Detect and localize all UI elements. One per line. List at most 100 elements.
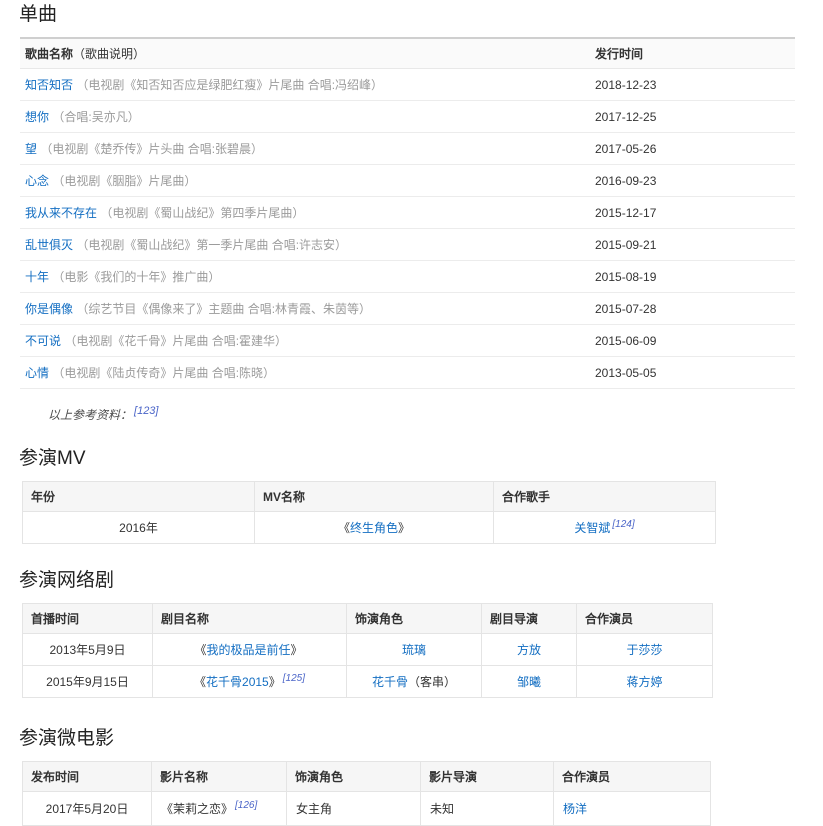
song-cell: 十年 （电影《我们的十年》推广曲） bbox=[20, 261, 590, 293]
director-link[interactable]: 方放 bbox=[517, 643, 541, 657]
table-row: 你是偶像 （综艺节目《偶像来了》主题曲 合唱:林青霞、朱茵等） 2015-07-… bbox=[20, 293, 795, 325]
song-link[interactable]: 望 bbox=[25, 142, 37, 156]
costar-link[interactable]: 于莎莎 bbox=[626, 643, 662, 657]
date-cell: 2015-08-19 bbox=[590, 261, 795, 293]
reference-link[interactable]: [125] bbox=[283, 673, 305, 684]
date-cell: 2018-12-23 bbox=[590, 69, 795, 101]
costar-link[interactable]: 杨洋 bbox=[563, 802, 587, 816]
singles-header-name: 歌曲名称（歌曲说明） bbox=[20, 38, 590, 69]
microfilm-header-date: 发布时间 bbox=[23, 762, 152, 792]
drama-director-cell: 邹曦 bbox=[482, 666, 577, 698]
song-desc: （电视剧《胭脂》片尾曲） bbox=[52, 174, 196, 188]
date-cell: 2015-06-09 bbox=[590, 325, 795, 357]
drama-costar-cell: 于莎莎 bbox=[577, 634, 713, 666]
singles-table: 歌曲名称（歌曲说明） 发行时间 知否知否 （电视剧《知否知否应是绿肥红瘦》片尾曲… bbox=[20, 37, 795, 389]
reference-link[interactable]: [126] bbox=[235, 800, 257, 811]
singer-link[interactable]: 关智斌 bbox=[574, 521, 610, 535]
song-link[interactable]: 你是偶像 bbox=[25, 302, 73, 316]
song-link[interactable]: 知否知否 bbox=[25, 78, 73, 92]
table-row: 2015年9月15日 《花千骨2015》[125] 花千骨（客串） 邹曦 蒋方婷 bbox=[23, 666, 713, 698]
mv-link[interactable]: 终生角色 bbox=[350, 521, 398, 535]
song-link[interactable]: 不可说 bbox=[25, 334, 61, 348]
song-name-header-label: 歌曲名称 bbox=[25, 47, 73, 61]
song-link[interactable]: 心念 bbox=[25, 174, 49, 188]
drama-date-cell: 2013年5月9日 bbox=[23, 634, 153, 666]
microfilm-header-costar: 合作演员 bbox=[554, 762, 711, 792]
song-desc: （合唱:吴亦凡） bbox=[52, 110, 139, 124]
date-cell: 2015-07-28 bbox=[590, 293, 795, 325]
role-link[interactable]: 琉璃 bbox=[402, 643, 426, 657]
date-cell: 2015-12-17 bbox=[590, 197, 795, 229]
mv-header-name: MV名称 bbox=[255, 482, 494, 512]
table-row: 2017年5月20日 《茉莉之恋》[126] 女主角 未知 杨洋 bbox=[23, 792, 711, 826]
song-desc: （电视剧《蜀山战纪》第一季片尾曲 合唱:许志安） bbox=[76, 238, 347, 252]
mv-singer-cell: 关智斌[124] bbox=[494, 512, 716, 544]
mv-year-cell: 2016年 bbox=[23, 512, 255, 544]
drama-role-cell: 琉璃 bbox=[347, 634, 482, 666]
table-row: 想你 （合唱:吴亦凡） 2017-12-25 bbox=[20, 101, 795, 133]
date-cell: 2013-05-05 bbox=[590, 357, 795, 389]
mv-header-row: 年份 MV名称 合作歌手 bbox=[23, 482, 716, 512]
reference-link[interactable]: [123] bbox=[134, 405, 158, 417]
song-link[interactable]: 心情 bbox=[25, 366, 49, 380]
webdrama-header-date: 首播时间 bbox=[23, 604, 153, 634]
date-cell: 2017-05-26 bbox=[590, 133, 795, 165]
drama-date-cell: 2015年9月15日 bbox=[23, 666, 153, 698]
mv-header-singer: 合作歌手 bbox=[494, 482, 716, 512]
section-title-microfilm: 参演微电影 bbox=[19, 728, 823, 750]
table-row: 心情 （电视剧《陆贞传奇》片尾曲 合唱:陈晓） 2013-05-05 bbox=[20, 357, 795, 389]
drama-link[interactable]: 我的极品是前任 bbox=[206, 643, 290, 657]
song-link[interactable]: 我从来不存在 bbox=[25, 206, 97, 220]
mv-table: 年份 MV名称 合作歌手 2016年 《终生角色》 关智斌[124] bbox=[22, 481, 716, 544]
song-cell: 心念 （电视剧《胭脂》片尾曲） bbox=[20, 165, 590, 197]
mv-header-year: 年份 bbox=[23, 482, 255, 512]
reference-note-text: 以上参考资料： bbox=[48, 408, 132, 422]
table-row: 乱世俱灭 （电视剧《蜀山战纪》第一季片尾曲 合唱:许志安） 2015-09-21 bbox=[20, 229, 795, 261]
bracket-right: 》 bbox=[291, 643, 303, 657]
singles-header-row: 歌曲名称（歌曲说明） 发行时间 bbox=[20, 38, 795, 69]
table-row: 我从来不存在 （电视剧《蜀山战纪》第四季片尾曲） 2015-12-17 bbox=[20, 197, 795, 229]
bracket-left: 《 bbox=[338, 521, 350, 535]
film-name-cell: 《茉莉之恋》[126] bbox=[152, 792, 287, 826]
song-desc: （电视剧《陆贞传奇》片尾曲 合唱:陈晓） bbox=[52, 366, 275, 380]
webdrama-header-name: 剧目名称 bbox=[153, 604, 347, 634]
section-title-webdrama: 参演网络剧 bbox=[19, 570, 823, 592]
song-note-header-label: （歌曲说明） bbox=[73, 47, 145, 61]
song-cell: 心情 （电视剧《陆贞传奇》片尾曲 合唱:陈晓） bbox=[20, 357, 590, 389]
microfilm-header-row: 发布时间 影片名称 饰演角色 影片导演 合作演员 bbox=[23, 762, 711, 792]
reference-link[interactable]: [124] bbox=[612, 519, 634, 530]
drama-link[interactable]: 花千骨2015 bbox=[206, 675, 269, 689]
drama-name-cell: 《花千骨2015》[125] bbox=[153, 666, 347, 698]
song-cell: 你是偶像 （综艺节目《偶像来了》主题曲 合唱:林青霞、朱茵等） bbox=[20, 293, 590, 325]
song-desc: （电视剧《知否知否应是绿肥红瘦》片尾曲 合唱:冯绍峰） bbox=[76, 78, 383, 92]
film-date-cell: 2017年5月20日 bbox=[23, 792, 152, 826]
song-cell: 乱世俱灭 （电视剧《蜀山战纪》第一季片尾曲 合唱:许志安） bbox=[20, 229, 590, 261]
costar-link[interactable]: 蒋方婷 bbox=[626, 675, 662, 689]
singles-header-date: 发行时间 bbox=[590, 38, 795, 69]
mv-name-cell: 《终生角色》 bbox=[255, 512, 494, 544]
baike-content: 单曲 歌曲名称（歌曲说明） 发行时间 知否知否 （电视剧《知否知否应是绿肥红瘦》… bbox=[0, 4, 823, 826]
release-date-header-label: 发行时间 bbox=[595, 47, 643, 61]
webdrama-header-row: 首播时间 剧目名称 饰演角色 剧目导演 合作演员 bbox=[23, 604, 713, 634]
song-desc: （电影《我们的十年》推广曲） bbox=[52, 270, 220, 284]
section-title-mv: 参演MV bbox=[19, 448, 823, 470]
director-link[interactable]: 邹曦 bbox=[517, 675, 541, 689]
microfilm-table: 发布时间 影片名称 饰演角色 影片导演 合作演员 2017年5月20日 《茉莉之… bbox=[22, 761, 711, 826]
date-cell: 2017-12-25 bbox=[590, 101, 795, 133]
song-link[interactable]: 乱世俱灭 bbox=[25, 238, 73, 252]
table-row: 心念 （电视剧《胭脂》片尾曲） 2016-09-23 bbox=[20, 165, 795, 197]
bracket-left: 《 bbox=[194, 675, 206, 689]
role-link[interactable]: 花千骨 bbox=[372, 675, 408, 689]
table-row: 望 （电视剧《楚乔传》片头曲 合唱:张碧晨） 2017-05-26 bbox=[20, 133, 795, 165]
bracket-left: 《 bbox=[194, 643, 206, 657]
date-cell: 2015-09-21 bbox=[590, 229, 795, 261]
drama-costar-cell: 蒋方婷 bbox=[577, 666, 713, 698]
table-row: 2016年 《终生角色》 关智斌[124] bbox=[23, 512, 716, 544]
song-link[interactable]: 想你 bbox=[25, 110, 49, 124]
microfilm-header-role: 饰演角色 bbox=[287, 762, 421, 792]
song-link[interactable]: 十年 bbox=[25, 270, 49, 284]
webdrama-header-director: 剧目导演 bbox=[482, 604, 577, 634]
song-desc: （电视剧《蜀山战纪》第四季片尾曲） bbox=[100, 206, 304, 220]
table-row: 2013年5月9日 《我的极品是前任》 琉璃 方放 于莎莎 bbox=[23, 634, 713, 666]
drama-director-cell: 方放 bbox=[482, 634, 577, 666]
